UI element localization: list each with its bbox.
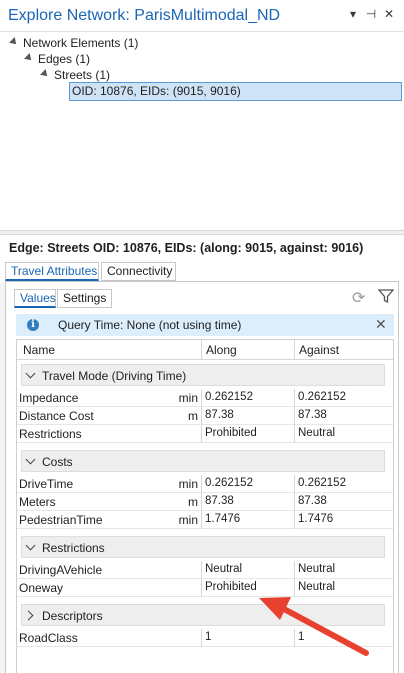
tab-values[interactable]: Values	[14, 289, 56, 308]
table-row[interactable]: Oneway Prohibited Neutral	[17, 579, 393, 597]
refresh-icon[interactable]: ⟳	[352, 288, 365, 308]
travel-attributes-panel: Values Settings ⟳ i Query Time: None (no…	[5, 281, 399, 673]
table-row[interactable]: DrivingAVehicle Neutral Neutral	[17, 561, 393, 579]
table-row[interactable]: PedestrianTime min 1.7476 1.7476	[17, 511, 393, 529]
network-elements-tree: Network Elements (1) Edges (1) Streets (…	[0, 32, 404, 230]
close-icon[interactable]: ✕	[382, 7, 396, 21]
column-header-along[interactable]: Along	[206, 343, 237, 357]
attributes-grid: Name Along Against Travel Mode (Driving …	[16, 339, 394, 673]
group-descriptors[interactable]: Descriptors	[21, 604, 385, 626]
tab-connectivity[interactable]: Connectivity	[101, 262, 176, 281]
splitter[interactable]	[0, 230, 404, 235]
edge-header: Edge: Streets OID: 10876, EIDs: (along: …	[9, 241, 364, 255]
table-row[interactable]: Impedance min 0.262152 0.262152	[17, 389, 393, 407]
group-travel-mode[interactable]: Travel Mode (Driving Time)	[21, 364, 385, 386]
column-divider[interactable]	[201, 340, 202, 360]
query-time-text: Query Time: None (not using time)	[58, 318, 242, 332]
group-restrictions[interactable]: Restrictions	[21, 536, 385, 558]
options-dropdown-icon[interactable]: ▾	[346, 7, 360, 21]
window-title: Explore Network: ParisMultimodal_ND	[8, 7, 281, 24]
grid-header: Name Along Against	[17, 340, 393, 360]
collapse-triangle-icon[interactable]	[9, 37, 19, 47]
column-divider[interactable]	[294, 340, 295, 360]
close-icon[interactable]: ✕	[375, 316, 387, 333]
info-icon: i	[27, 319, 39, 331]
left-edge-strip	[0, 282, 5, 673]
table-row[interactable]: Restrictions Prohibited Neutral	[17, 425, 393, 443]
table-row[interactable]: Meters m 87.38 87.38	[17, 493, 393, 511]
title-bar: Explore Network: ParisMultimodal_ND ▾ ⊣ …	[0, 0, 404, 32]
filter-icon[interactable]	[378, 288, 394, 304]
table-row[interactable]: RoadClass 1 1	[17, 629, 393, 647]
chevron-right-icon[interactable]	[23, 610, 34, 621]
chevron-down-icon[interactable]	[25, 368, 36, 379]
chevron-down-icon[interactable]	[25, 454, 36, 465]
collapse-triangle-icon[interactable]	[24, 53, 34, 63]
tab-travel-attributes[interactable]: Travel Attributes	[5, 262, 99, 281]
table-row[interactable]: DriveTime min 0.262152 0.262152	[17, 475, 393, 493]
collapse-triangle-icon[interactable]	[40, 69, 50, 79]
query-time-banner: i Query Time: None (not using time) ✕	[16, 314, 394, 336]
group-costs[interactable]: Costs	[21, 450, 385, 472]
table-row[interactable]: Distance Cost m 87.38 87.38	[17, 407, 393, 425]
tree-node-selected-edge[interactable]: OID: 10876, EIDs: (9015, 9016)	[69, 82, 402, 101]
column-header-against[interactable]: Against	[299, 343, 339, 357]
tab-settings[interactable]: Settings	[57, 289, 112, 308]
chevron-down-icon[interactable]	[25, 540, 36, 551]
pin-icon[interactable]: ⊣	[364, 7, 378, 21]
column-header-name[interactable]: Name	[23, 343, 55, 357]
